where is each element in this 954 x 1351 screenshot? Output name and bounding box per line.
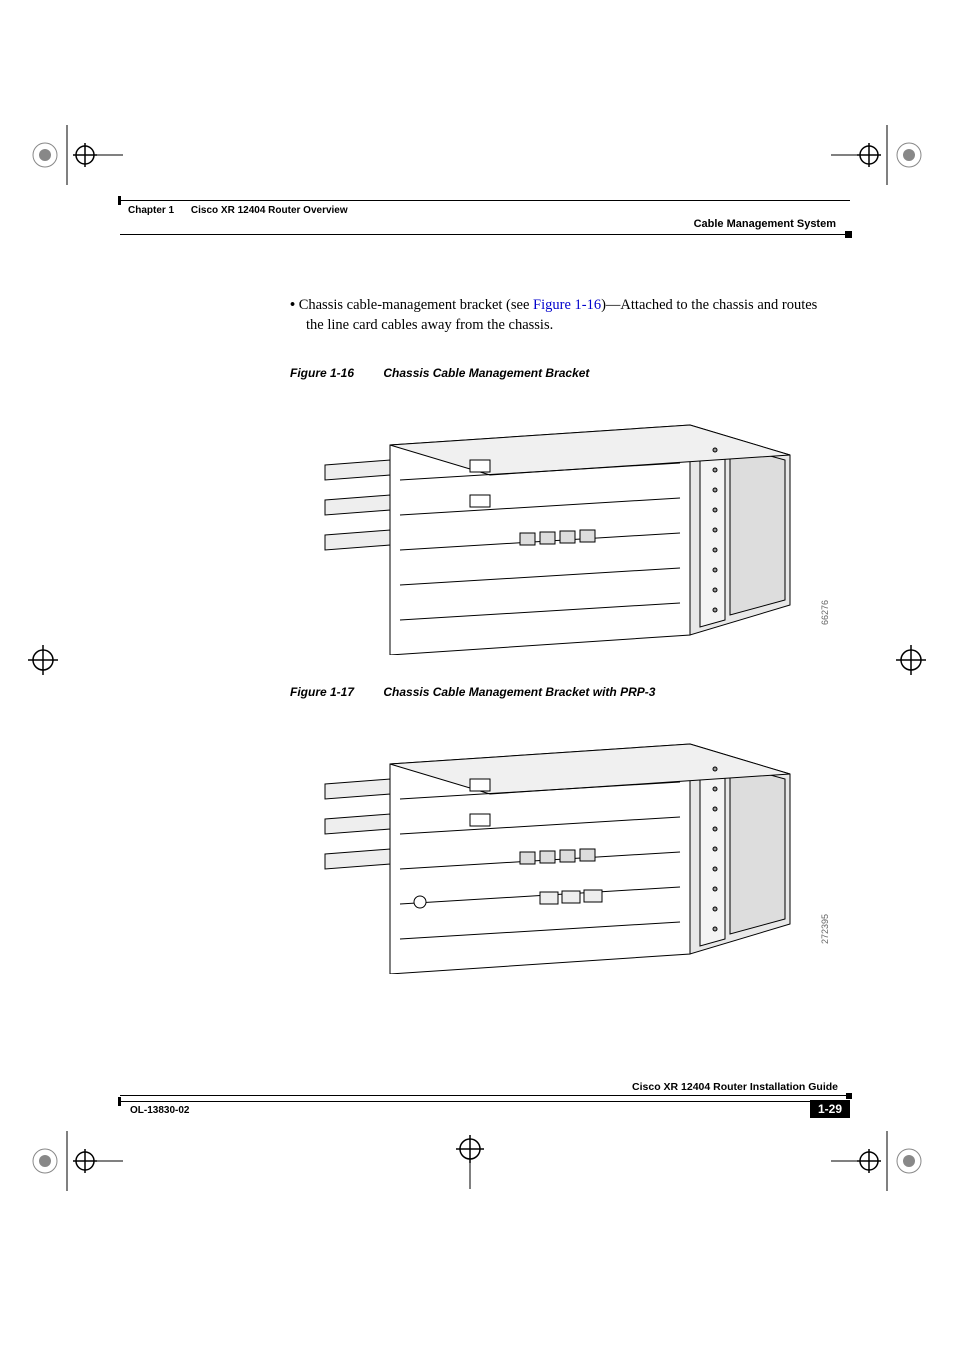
crop-mark xyxy=(829,1131,929,1191)
footer: Cisco XR 12404 Router Installation Guide… xyxy=(120,1095,850,1121)
crop-mark xyxy=(18,640,68,680)
figure-2-image: 272395 xyxy=(300,714,830,984)
crop-mark xyxy=(25,125,125,185)
header-chapter: Chapter 1 xyxy=(128,205,174,216)
crop-mark xyxy=(829,125,929,185)
page-content: Chapter 1 Cisco XR 12404 Router Overview… xyxy=(120,200,850,1110)
footer-doc-number: OL-13830-02 xyxy=(130,1105,189,1116)
figure-reference-link[interactable]: Figure 1-16 xyxy=(533,297,601,313)
footer-guide-title: Cisco XR 12404 Router Installation Guide xyxy=(632,1081,838,1093)
section-title: Cable Management System xyxy=(694,218,836,230)
bullet-text: Chassis cable-management bracket (see Fi… xyxy=(290,295,830,336)
figure-2-caption: Figure 1-17 Chassis Cable Management Bra… xyxy=(290,685,830,699)
crop-mark xyxy=(25,1131,125,1191)
section-divider: Cable Management System xyxy=(120,234,850,235)
crop-mark xyxy=(886,640,936,680)
figure-1-image: 66276 xyxy=(300,395,830,665)
figure-1-caption: Figure 1-16 Chassis Cable Management Bra… xyxy=(290,366,830,380)
figure-1-id: 66276 xyxy=(820,600,830,625)
crop-mark xyxy=(440,1131,500,1191)
figure-2-id: 272395 xyxy=(820,914,830,944)
page-number: 1-29 xyxy=(810,1100,850,1118)
header-title: Cisco XR 12404 Router Overview xyxy=(191,205,348,216)
